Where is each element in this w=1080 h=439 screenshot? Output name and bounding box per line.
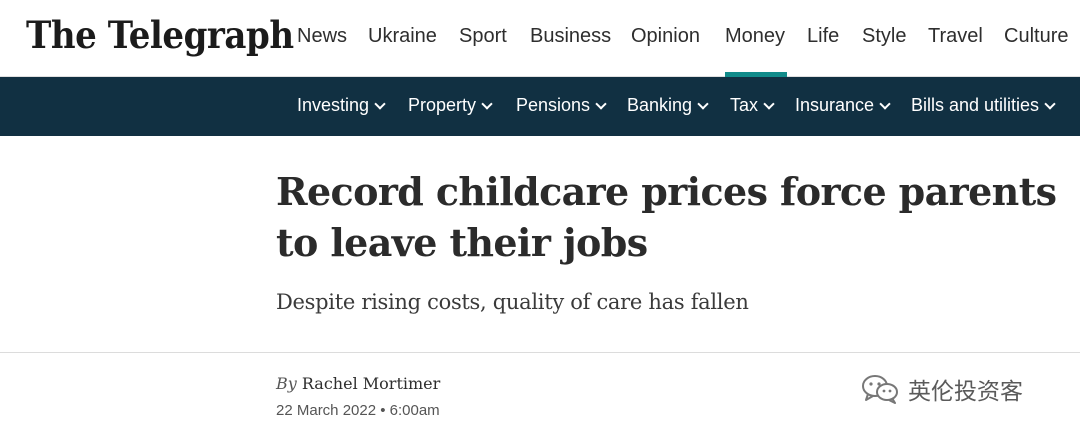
sub-nav-label: Property	[408, 95, 477, 115]
sub-nav-pensions[interactable]: Pensions	[516, 95, 607, 116]
main-nav-news[interactable]: News	[297, 25, 347, 48]
article-headline: Record childcare prices force parents to…	[276, 169, 1057, 265]
sub-nav-property[interactable]: Property	[408, 95, 493, 116]
sub-nav-label: Pensions	[516, 95, 591, 115]
divider	[0, 352, 1080, 353]
main-nav-ukraine[interactable]: Ukraine	[368, 25, 437, 48]
byline-prefix: By	[276, 374, 297, 393]
main-nav-money[interactable]: Money	[725, 25, 785, 48]
main-nav-business[interactable]: Business	[530, 25, 611, 48]
chevron-down-icon	[374, 97, 386, 110]
sub-nav-bills-and-utilities[interactable]: Bills and utilities	[911, 95, 1056, 116]
main-nav: News Ukraine Sport Business Opinion Mone…	[0, 0, 1080, 77]
sub-nav-label: Investing	[297, 95, 370, 115]
chevron-down-icon	[763, 97, 775, 110]
sub-nav-label: Banking	[627, 95, 693, 115]
watermark-text: 英伦投资客	[908, 379, 1023, 405]
chevron-down-icon	[1044, 97, 1056, 110]
sub-nav: Investing Property Pensions Banking Tax …	[0, 77, 1080, 136]
article-standfirst: Despite rising costs, quality of care ha…	[276, 290, 749, 314]
chevron-down-icon	[879, 97, 891, 110]
main-nav-opinion[interactable]: Opinion	[631, 25, 700, 48]
sub-nav-banking[interactable]: Banking	[627, 95, 709, 116]
sub-nav-label: Insurance	[795, 95, 875, 115]
sub-nav-tax[interactable]: Tax	[730, 95, 775, 116]
chevron-down-icon	[481, 97, 493, 110]
main-nav-culture[interactable]: Culture	[1004, 25, 1068, 48]
sub-nav-label: Tax	[730, 95, 759, 115]
top-bar: The Telegraph News Ukraine Sport Busines…	[0, 0, 1080, 77]
sub-nav-label: Bills and utilities	[911, 95, 1040, 115]
author-link[interactable]: Rachel Mortimer	[302, 374, 440, 393]
main-nav-life[interactable]: Life	[807, 25, 839, 48]
publish-date: 22 March 2022 • 6:00am	[276, 402, 440, 419]
byline: By Rachel Mortimer	[276, 374, 440, 393]
sub-nav-insurance[interactable]: Insurance	[795, 95, 891, 116]
wechat-icon	[860, 372, 900, 406]
watermark: 英伦投资客	[860, 372, 1023, 406]
chevron-down-icon	[595, 97, 607, 110]
sub-nav-investing[interactable]: Investing	[297, 95, 386, 116]
chevron-down-icon	[697, 97, 709, 110]
main-nav-sport[interactable]: Sport	[459, 25, 507, 48]
main-nav-style[interactable]: Style	[862, 25, 906, 48]
main-nav-travel[interactable]: Travel	[928, 25, 983, 48]
